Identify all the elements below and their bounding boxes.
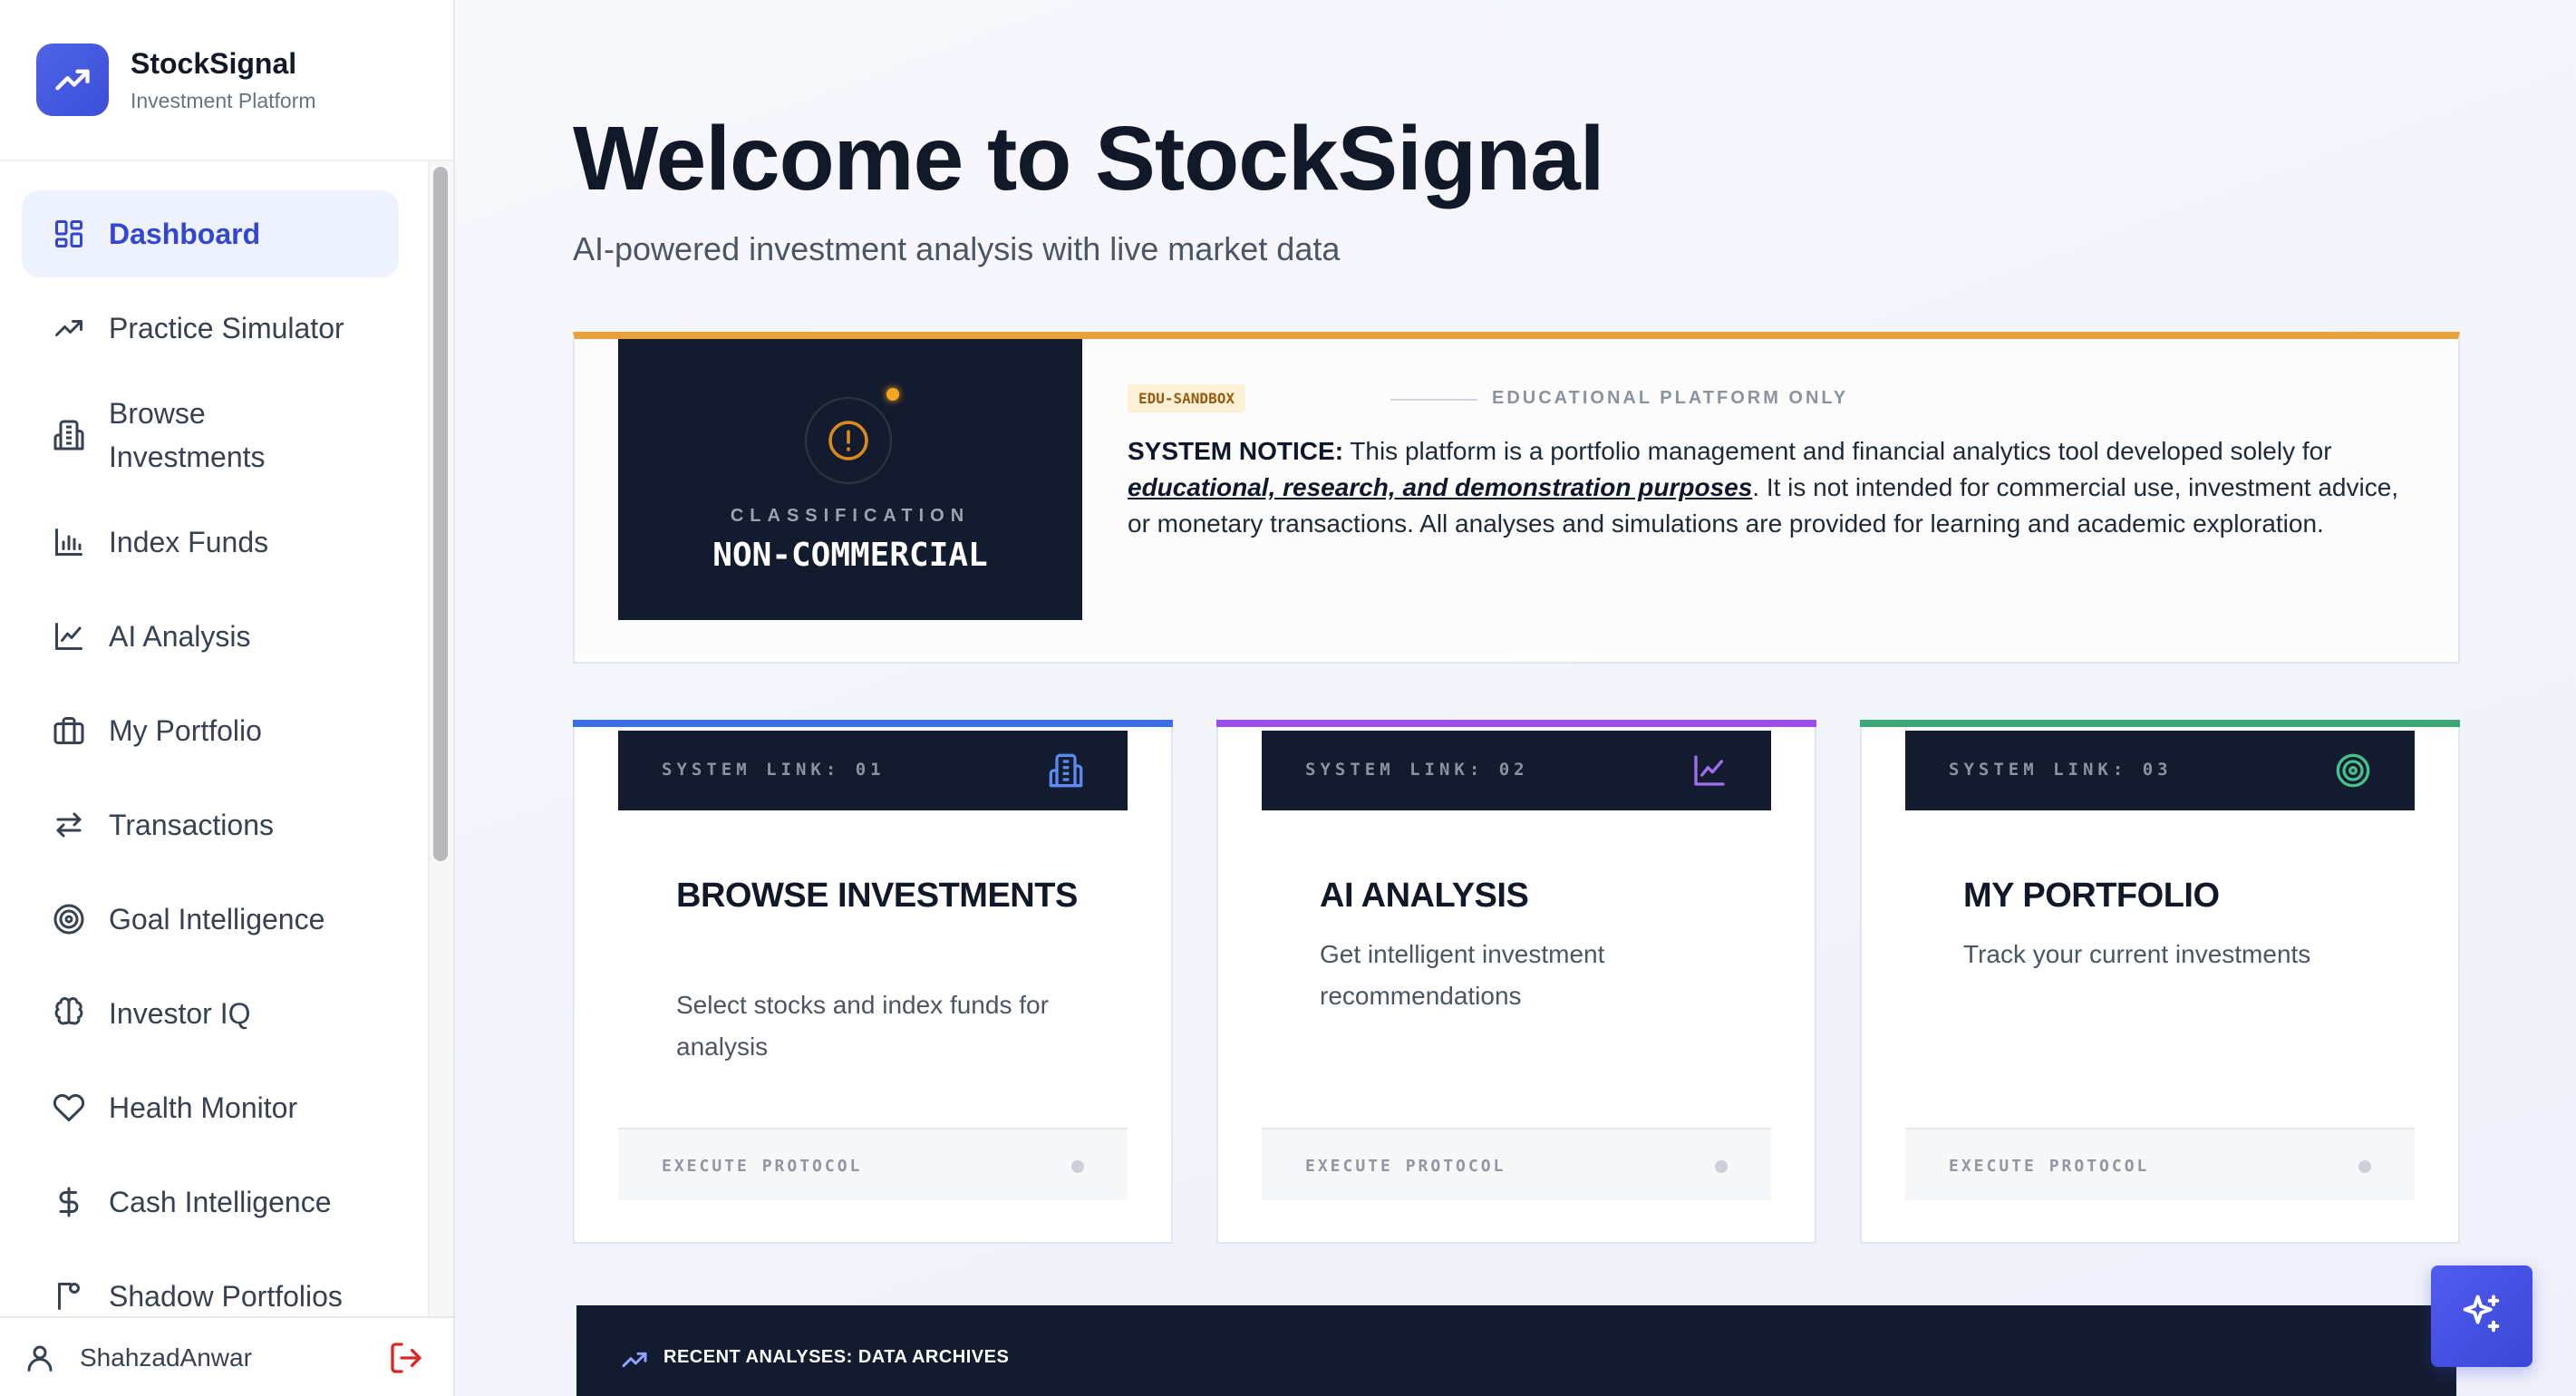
target-icon (2335, 752, 2371, 789)
sidebar-item-investor-iq[interactable]: Investor IQ (22, 970, 399, 1057)
classification-panel: CLASSIFICATION NON-COMMERCIAL (618, 339, 1082, 620)
briefcase-icon (51, 713, 87, 749)
card-footer[interactable]: EXECUTE PROTOCOL (1262, 1128, 1771, 1200)
sidebar-item-goal-intelligence[interactable]: Goal Intelligence (22, 876, 399, 963)
sidebar-item-label: Browse Investments (109, 397, 266, 473)
card-description: Get intelligent investment recommendatio… (1320, 940, 1605, 1010)
building-icon (1048, 752, 1084, 789)
card-title: BROWSE INVESTMENTS (676, 877, 1078, 915)
main-content: Welcome to StockSignal AI-powered invest… (455, 0, 2576, 1396)
brand-header: StockSignal Investment Platform (0, 0, 453, 161)
card-accent-bar (1860, 720, 2460, 727)
page-title: Welcome to StockSignal (573, 108, 1605, 209)
sidebar-item-cash-intelligence[interactable]: Cash Intelligence (22, 1158, 399, 1246)
notice-body: CLASSIFICATION NON-COMMERCIAL EDU-SANDBO… (575, 339, 2458, 658)
bar-chart-icon (51, 524, 87, 560)
card-my-portfolio[interactable]: SYSTEM LINK: 03 MY PORTFOLIO Track your … (1860, 720, 2460, 1244)
card-ai-analysis[interactable]: SYSTEM LINK: 02 AI ANALYSIS Get intellig… (1216, 720, 1816, 1244)
ai-assistant-button[interactable] (2431, 1265, 2532, 1367)
card-footer[interactable]: EXECUTE PROTOCOL (618, 1128, 1128, 1200)
status-dot (1071, 1160, 1084, 1173)
execute-protocol-label: EXECUTE PROTOCOL (1305, 1157, 1506, 1176)
sidebar-item-label: AI Analysis (109, 620, 251, 653)
sidebar-item-practice-simulator[interactable]: Practice Simulator (22, 285, 399, 372)
sidebar-item-browse-investments[interactable]: Browse Investments (22, 379, 399, 491)
card-description: Select stocks and index funds for analys… (676, 991, 1049, 1061)
card-browse-investments[interactable]: SYSTEM LINK: 01 BROWSE INVESTMENTS Selec… (573, 720, 1173, 1244)
target-icon (51, 901, 87, 937)
sidebar-item-label: Cash Intelligence (109, 1186, 332, 1218)
sidebar-item-label: Dashboard (109, 218, 261, 250)
sidebar: StockSignal Investment Platform Dashboar… (0, 0, 455, 1396)
brand-logo-icon[interactable] (36, 44, 109, 116)
divider (1390, 399, 1477, 401)
card-header: SYSTEM LINK: 02 (1262, 731, 1771, 810)
sidebar-item-ai-analysis[interactable]: AI Analysis (22, 593, 399, 680)
line-chart-icon (1691, 752, 1728, 789)
notice-emphasis: educational, research, and demonstration… (1128, 473, 1753, 501)
notice-text: SYSTEM NOTICE: This platform is a portfo… (1128, 433, 2424, 542)
card-link-label: SYSTEM LINK: 03 (1949, 760, 2173, 780)
card-header: SYSTEM LINK: 03 (1905, 731, 2415, 810)
system-notice: CLASSIFICATION NON-COMMERCIAL EDU-SANDBO… (573, 332, 2460, 664)
notice-heading: SYSTEM NOTICE: (1128, 437, 1344, 465)
classification-label: CLASSIFICATION (730, 506, 971, 526)
sidebar-item-label: Practice Simulator (109, 312, 344, 344)
logout-icon[interactable] (388, 1340, 424, 1381)
page-subtitle: AI-powered investment analysis with live… (573, 230, 1341, 267)
edu-sandbox-badge: EDU-SANDBOX (1128, 384, 1245, 412)
sidebar-item-label: Investor IQ (109, 997, 251, 1030)
status-dot (2358, 1160, 2371, 1173)
alert-circle-icon (805, 397, 892, 484)
sidebar-item-health-monitor[interactable]: Health Monitor (22, 1064, 399, 1151)
building-icon (51, 417, 87, 453)
sidebar-item-index-funds[interactable]: Index Funds (22, 499, 399, 586)
trending-up-icon (620, 1345, 649, 1379)
sidebar-nav: Dashboard Practice Simulator Browse Inve… (0, 163, 426, 1316)
shadow-icon (51, 1278, 87, 1314)
sidebar-item-label: Shadow Portfolios (109, 1280, 343, 1313)
sidebar-item-label: Transactions (109, 809, 274, 841)
card-header: SYSTEM LINK: 01 (618, 731, 1128, 810)
status-dot (886, 388, 899, 401)
sidebar-item-dashboard[interactable]: Dashboard (22, 190, 399, 277)
card-title: AI ANALYSIS (1320, 877, 1529, 915)
user-icon (24, 1342, 56, 1379)
card-link-label: SYSTEM LINK: 01 (662, 760, 886, 780)
user-name: ShahzadAnwar (80, 1343, 252, 1372)
card-link-label: SYSTEM LINK: 02 (1305, 760, 1529, 780)
brain-icon (51, 995, 87, 1032)
card-description: Track your current investments (1963, 940, 2311, 968)
status-dot (1715, 1160, 1728, 1173)
line-chart-icon (51, 618, 87, 654)
notice-text-1: This platform is a portfolio management … (1343, 437, 2332, 465)
execute-protocol-label: EXECUTE PROTOCOL (1949, 1157, 2150, 1176)
heart-icon (51, 1090, 87, 1126)
recent-analyses-label: RECENT ANALYSES: DATA ARCHIVES (663, 1347, 1010, 1367)
sparkles-icon (2458, 1291, 2505, 1343)
classification-value: NON-COMMERCIAL (712, 537, 988, 574)
sidebar-item-label: Health Monitor (109, 1091, 298, 1124)
sidebar-item-label: Index Funds (109, 526, 269, 558)
sidebar-item-label: Goal Intelligence (109, 903, 325, 936)
sidebar-item-transactions[interactable]: Transactions (22, 781, 399, 868)
recent-analyses-header: RECENT ANALYSES: DATA ARCHIVES (576, 1305, 2456, 1396)
card-accent-bar (573, 720, 1173, 727)
sidebar-item-label: My Portfolio (109, 714, 262, 747)
brand-subtitle: Investment Platform (131, 89, 316, 112)
sidebar-item-my-portfolio[interactable]: My Portfolio (22, 687, 399, 774)
sidebar-item-shadow-portfolios[interactable]: Shadow Portfolios (22, 1253, 399, 1316)
card-accent-bar (1216, 720, 1816, 727)
dollar-icon (51, 1184, 87, 1220)
brand-name: StockSignal (131, 47, 297, 80)
sidebar-scrollbar-thumb[interactable] (433, 167, 448, 861)
dashboard-grid-icon (51, 216, 87, 252)
card-title: MY PORTFOLIO (1963, 877, 2220, 915)
card-footer[interactable]: EXECUTE PROTOCOL (1905, 1128, 2415, 1200)
swap-arrows-icon (51, 807, 87, 843)
user-bar: ShahzadAnwar (0, 1316, 453, 1396)
execute-protocol-label: EXECUTE PROTOCOL (662, 1157, 863, 1176)
trending-up-icon (51, 310, 87, 346)
platform-label: EDUCATIONAL PLATFORM ONLY (1492, 388, 1849, 408)
